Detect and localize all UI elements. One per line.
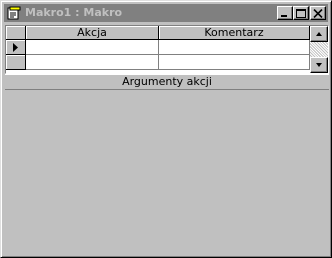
scroll-down-button[interactable] [310,57,328,73]
action-cell[interactable] [26,40,159,55]
table-row [6,55,310,70]
row-selector[interactable] [6,55,26,70]
comment-cell[interactable] [159,40,310,55]
window-title: Makro1 : Makro [25,6,123,19]
macro-window: Makro1 : Makro Akcja Komentarz Argumenty… [0,0,332,258]
minimize-button[interactable] [277,6,293,20]
arrow-down-icon [316,63,322,67]
maximize-button[interactable] [293,6,309,20]
comment-cell[interactable] [159,55,310,70]
action-arguments-panel [5,90,329,255]
close-button[interactable] [310,6,326,20]
minimize-icon [281,15,287,17]
macro-design-grid: Akcja Komentarz [5,25,329,74]
grid-body: Akcja Komentarz [6,26,310,73]
action-arguments-header: Argumenty akcji [5,74,329,90]
scroll-up-button[interactable] [310,26,328,42]
grid-header: Akcja Komentarz [6,26,310,40]
select-all-corner[interactable] [6,26,26,40]
close-icon [313,9,323,18]
title-bar[interactable]: Makro1 : Makro [4,4,328,22]
current-row-arrow-icon [13,43,18,52]
arrow-up-icon [316,32,322,36]
column-header-akcja[interactable]: Akcja [26,26,159,40]
row-selector[interactable] [6,40,26,55]
scroll-track[interactable] [310,42,328,57]
action-cell[interactable] [26,55,159,70]
macro-icon[interactable] [7,6,21,20]
column-header-komentarz[interactable]: Komentarz [159,26,310,40]
maximize-icon [296,9,306,18]
vertical-scrollbar[interactable] [310,26,328,73]
table-row [6,40,310,55]
